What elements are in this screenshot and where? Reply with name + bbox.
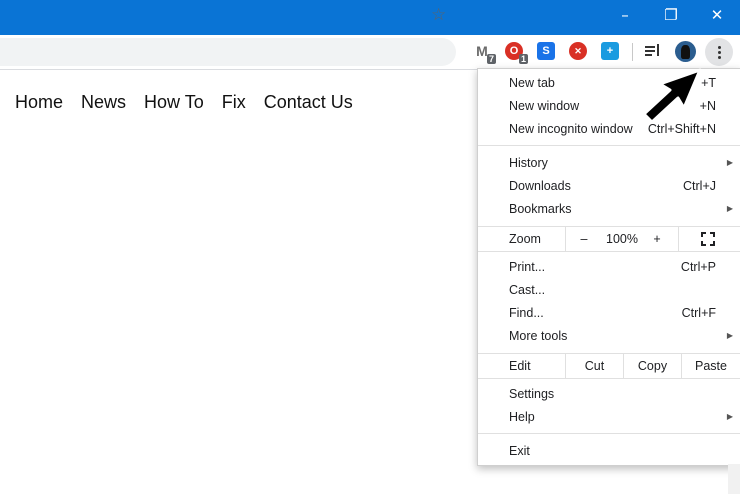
nav-news-link[interactable]: News xyxy=(81,92,126,113)
menu-item-bookmarks[interactable]: Bookmarks ▶ xyxy=(478,198,740,220)
site-navigation: Home News How To Fix Contact Us xyxy=(15,92,371,113)
new-window-label: New window xyxy=(509,99,580,113)
skype-glyph: S xyxy=(542,45,550,57)
submenu-arrow-icon: ▶ xyxy=(726,331,733,340)
browser-toolbar xyxy=(0,35,740,70)
menu-divider xyxy=(478,433,740,434)
toolbar-divider xyxy=(632,43,633,61)
exit-label: Exit xyxy=(509,444,530,458)
find-shortcut: Ctrl+F xyxy=(681,306,716,320)
zoom-in-button[interactable]: + xyxy=(649,227,665,251)
red-ext-glyph: ✕ xyxy=(574,45,582,56)
incognito-label: New incognito window xyxy=(509,122,633,136)
nav-fix-link[interactable]: Fix xyxy=(222,92,246,113)
bookmarks-label: Bookmarks xyxy=(509,202,572,216)
cast-label: Cast... xyxy=(509,283,546,297)
print-shortcut: Ctrl+P xyxy=(680,260,716,274)
help-label: Help xyxy=(509,410,535,424)
blue-extension-icon[interactable]: + xyxy=(601,42,619,60)
menu-item-print[interactable]: Print... Ctrl+P xyxy=(478,256,740,278)
zoom-divider xyxy=(678,227,679,251)
submenu-arrow-icon: ▶ xyxy=(726,204,733,213)
menu-item-more-tools[interactable]: More tools ▶ xyxy=(478,325,740,347)
nav-contact-link[interactable]: Contact Us xyxy=(264,92,353,113)
find-label: Find... xyxy=(509,306,544,320)
edit-label: Edit xyxy=(509,359,531,373)
menu-item-cast[interactable]: Cast... xyxy=(478,279,740,301)
settings-label: Settings xyxy=(509,387,555,401)
history-label: History xyxy=(509,156,548,170)
copy-button[interactable]: Copy xyxy=(624,354,681,378)
gmail-extension-icon[interactable]: M 7 xyxy=(473,42,496,64)
media-control-icon[interactable] xyxy=(645,44,661,58)
minimize-button[interactable]: – xyxy=(602,0,648,30)
menu-item-downloads[interactable]: Downloads Ctrl+J xyxy=(478,175,740,197)
opera-badge: 1 xyxy=(518,54,528,64)
submenu-arrow-icon: ▶ xyxy=(726,412,733,421)
fullscreen-icon[interactable] xyxy=(700,227,716,251)
menu-item-find[interactable]: Find... Ctrl+F xyxy=(478,302,740,324)
address-bar[interactable] xyxy=(0,38,456,66)
pointer-arrow-icon xyxy=(642,68,702,124)
menu-divider xyxy=(478,145,740,146)
profile-avatar[interactable] xyxy=(675,41,696,62)
cut-button[interactable]: Cut xyxy=(566,354,623,378)
edit-row: Edit Cut Copy Paste xyxy=(478,353,740,379)
menu-item-exit[interactable]: Exit xyxy=(478,440,740,462)
nav-howto-link[interactable]: How To xyxy=(144,92,204,113)
menu-item-help[interactable]: Help ▶ xyxy=(478,406,740,428)
opera-extension-icon[interactable]: O 1 xyxy=(505,42,528,64)
title-bar: – ❐ ✕ xyxy=(0,0,740,35)
blue-ext-glyph: + xyxy=(606,45,614,57)
skype-extension-icon[interactable]: S xyxy=(537,42,555,60)
downloads-label: Downloads xyxy=(509,179,571,193)
more-tools-label: More tools xyxy=(509,329,568,343)
zoom-divider xyxy=(565,227,566,251)
zoom-label: Zoom xyxy=(509,232,541,246)
print-label: Print... xyxy=(509,260,546,274)
red-extension-icon[interactable]: ✕ xyxy=(569,42,587,60)
menu-item-settings[interactable]: Settings xyxy=(478,383,740,405)
gmail-badge: 7 xyxy=(486,54,496,64)
more-menu-icon[interactable] xyxy=(705,38,733,66)
opera-glyph: O xyxy=(509,45,519,57)
zoom-row: Zoom – 100% + xyxy=(478,226,740,252)
bookmark-star-icon[interactable]: ☆ xyxy=(431,5,446,25)
paste-button[interactable]: Paste xyxy=(682,354,740,378)
restore-button[interactable]: ❐ xyxy=(648,0,694,30)
zoom-out-button[interactable]: – xyxy=(576,227,592,251)
menu-item-history[interactable]: History ▶ xyxy=(478,152,740,174)
new-tab-label: New tab xyxy=(509,76,555,90)
downloads-shortcut: Ctrl+J xyxy=(683,179,716,193)
submenu-arrow-icon: ▶ xyxy=(726,158,733,167)
scrollbar[interactable] xyxy=(728,464,740,494)
nav-home-link[interactable]: Home xyxy=(15,92,63,113)
close-button[interactable]: ✕ xyxy=(694,0,740,30)
zoom-level: 100% xyxy=(606,232,638,246)
